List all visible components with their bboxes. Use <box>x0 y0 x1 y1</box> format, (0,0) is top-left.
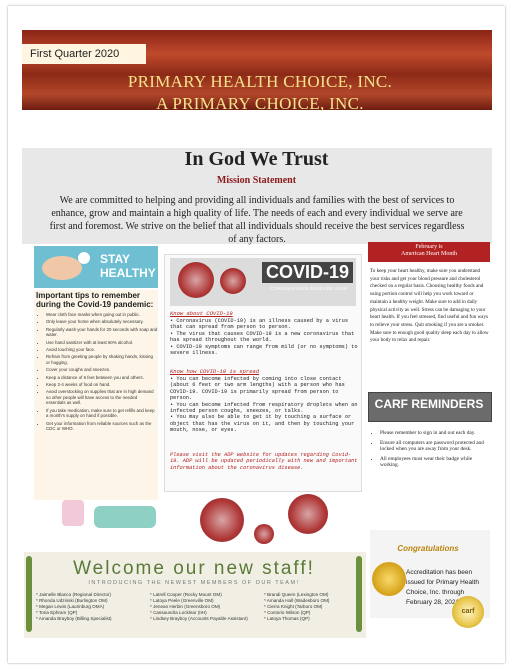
tip-item: Cover your coughs and sneezes. <box>46 367 158 372</box>
tips-list: Wear cloth face masks when going out in … <box>36 312 158 433</box>
soap-bubble-icon <box>78 252 90 264</box>
staff-member: * Lindsey Brayboy (Accounts Payable Assi… <box>150 616 248 621</box>
carf-reminder-item: All employees must wear their badge whil… <box>380 456 490 469</box>
carf-list: Please remember to sign in and out each … <box>372 430 490 472</box>
tip-item: Get your information from reliable sourc… <box>46 421 158 432</box>
tip-item: Only leave your home when absolutely nec… <box>46 319 158 324</box>
tip-item: Avoid touching your face. <box>46 347 158 352</box>
tips-title: Important tips to remember during the Co… <box>36 291 154 309</box>
hand-sanitizer-icon <box>62 500 84 526</box>
virus-icon <box>178 262 214 298</box>
plant-icon <box>26 556 32 632</box>
mission-title: Mission Statement <box>216 175 297 186</box>
motto-heading: In God We Trust <box>184 148 329 170</box>
stay-healthy-text: STAY HEALTHY <box>100 252 156 280</box>
tip-item: Keep a distance of 6 feet between you an… <box>46 375 158 380</box>
covid-subtitle: CORONAVIRUS DISEASE 2019 <box>270 286 348 291</box>
staff-column-3: * Brandi Queen (Lexington OM) * Amanda Ha… <box>264 592 372 622</box>
congrats-title: Congratulations <box>397 544 459 553</box>
heart-month-text: To keep your heart healthy, make sure yo… <box>370 268 489 344</box>
medal-icon <box>372 562 406 596</box>
covid-spread-heading: Know how COVID-19 is spread <box>170 368 260 375</box>
tip-item: Keep 2-4 weeks of food on hand. <box>46 382 158 387</box>
tip-item: If you take medication, make sure to get… <box>46 408 158 419</box>
heart-label-line1: February is <box>415 244 443 250</box>
tip-item: Use hand sanitizer with at least 60% alc… <box>46 340 158 345</box>
staff-member: * Latoya Thomas (QP) <box>264 616 310 621</box>
carf-reminder-item: Please remember to sign in and out each … <box>380 430 490 437</box>
covid-about-text: • Coronavirus (COVID-19) is an illness c… <box>170 318 358 357</box>
virus-icon <box>220 268 246 294</box>
tip-item: Regularly wash your hands for 20 seconds… <box>46 327 158 338</box>
company-name-line2: A PRIMARY CHOICE, INC. <box>156 94 364 113</box>
heart-label-line2: American Heart Month <box>401 251 457 257</box>
tip-item: Wear cloth face masks when going out in … <box>46 312 158 317</box>
washing-hands-icon <box>42 256 82 280</box>
carf-seal-text: carf <box>461 608 475 615</box>
tip-item: Refrain from greeting people by shaking … <box>46 354 158 365</box>
face-mask-icon <box>94 506 156 528</box>
tip-item: Avoid overstocking on supplies that are … <box>46 389 158 405</box>
virus-icon <box>200 498 244 542</box>
company-name-line1: PRIMARY HEALTH CHOICE, INC. <box>127 72 393 91</box>
staff-member: * Amanda Brayboy (Billing Specialist) <box>36 616 112 621</box>
welcome-title: Welcome our new staff! <box>73 558 315 579</box>
welcome-subtitle: INTRODUCING THE NEWEST MEMBERS OF OUR TE… <box>88 580 300 586</box>
quarter-label: First Quarter 2020 <box>22 44 146 64</box>
virus-icon <box>288 494 328 534</box>
covid-title: COVID-19 <box>262 262 354 283</box>
mission-text: We are committed to helping and providin… <box>49 195 465 245</box>
covid-about-heading: Know about COVID-19 <box>170 310 233 317</box>
carf-title: CARF REMINDERS <box>374 397 484 411</box>
adp-note: Please visit the ADP website for updates… <box>170 452 358 471</box>
stay-text-line2: HEALTHY <box>100 266 156 280</box>
carf-seal-icon: carf <box>452 596 484 628</box>
virus-icon <box>254 524 274 544</box>
carf-reminder-item: Ensure all computers are password protec… <box>380 440 490 453</box>
stay-text-line1: STAY <box>100 252 131 266</box>
covid-spread-text: • You can become infected by coming into… <box>170 376 358 434</box>
staff-column-2: * Latrell Cooper (Rocky Mount OM) * Latoy… <box>150 592 258 622</box>
staff-column-1: * Jaimelle Blanco (Regional Director) * R… <box>36 592 144 622</box>
heart-month-label: February is American Heart Month <box>368 244 490 258</box>
